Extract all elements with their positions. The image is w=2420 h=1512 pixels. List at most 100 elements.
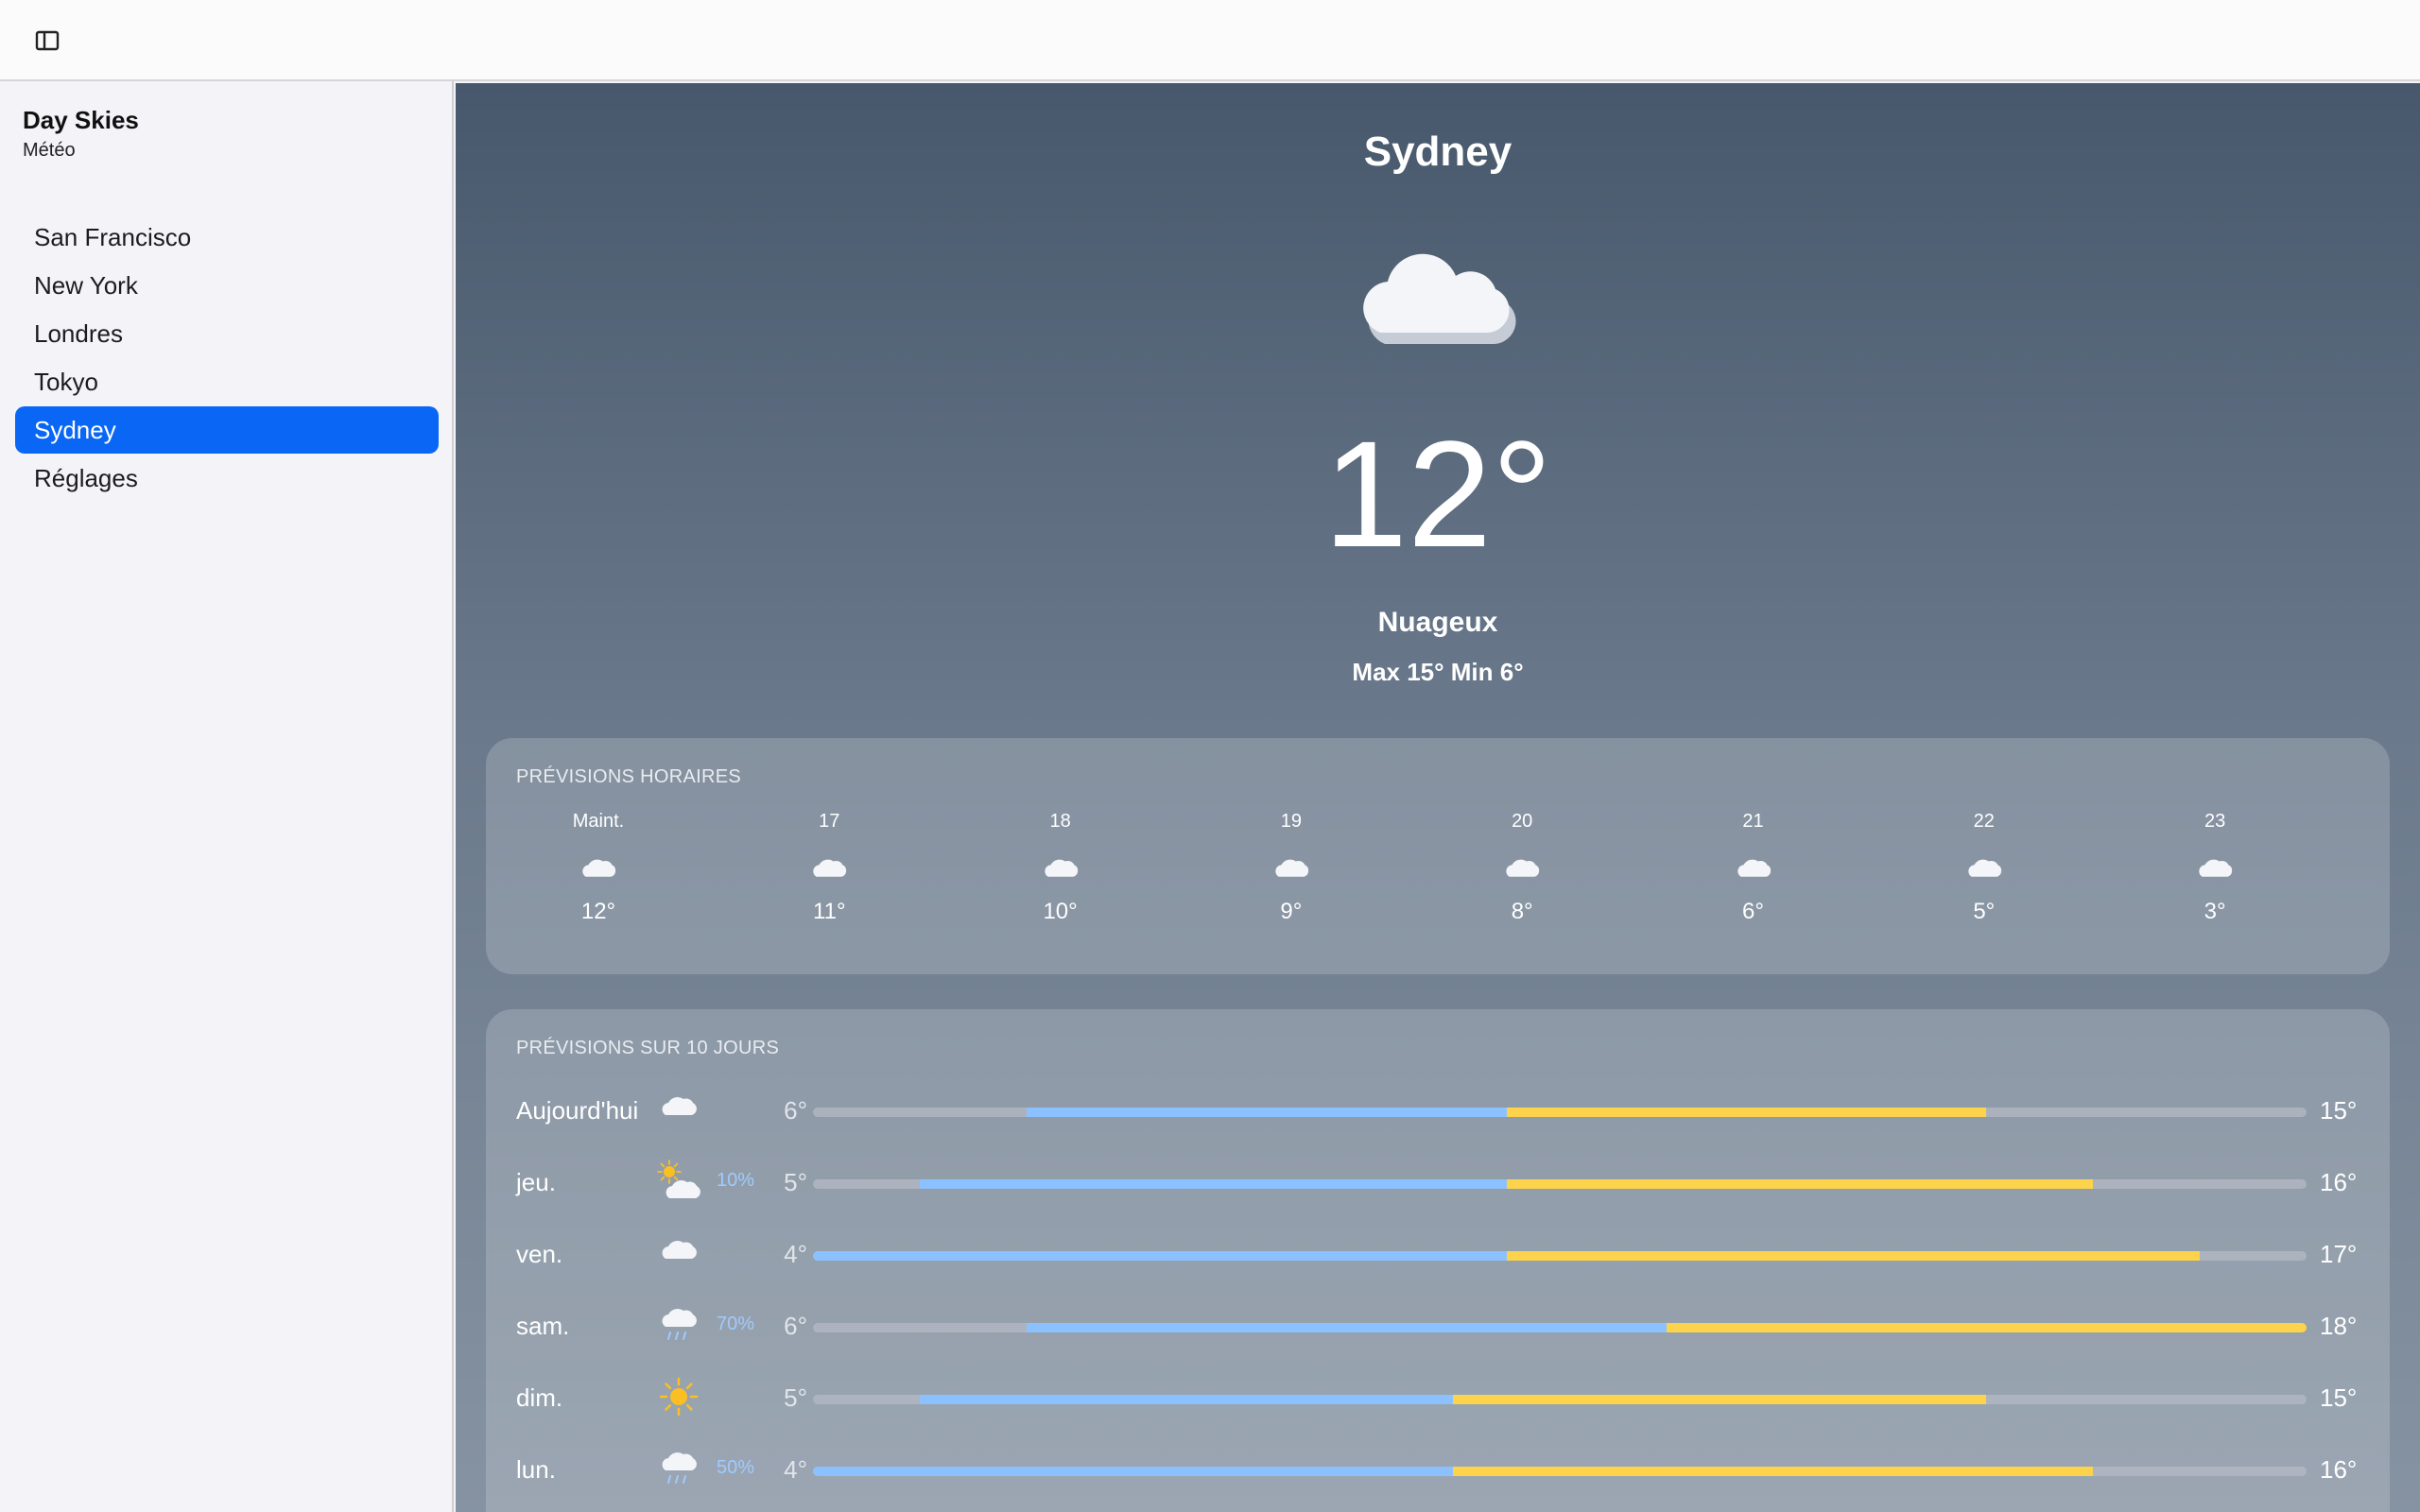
sidebar-icon [35,30,60,51]
hour-label: 20 [1512,811,1533,832]
range-cool-segment [813,1251,1507,1261]
sidebar: Day Skies Météo San Francisco New York L… [0,81,454,1512]
sidebar-toggle-button[interactable] [34,28,60,53]
day-low: 4° [784,1455,807,1484]
partly-cloudy-icon [656,1159,701,1208]
cloud-icon [1235,850,1348,887]
hour-temperature: 6° [1742,899,1764,924]
cloud-icon [772,850,886,887]
range-warm-segment [1453,1467,2094,1476]
daily-row[interactable]: sam. 70% 6° 18° [486,1300,2390,1353]
cloud-icon [1697,850,1810,887]
app-subtitle: Météo [23,140,76,161]
sidebar-item-reglages[interactable]: Réglages [15,455,439,502]
hour-temperature: 10° [1043,899,1078,924]
cloud-icon [1927,850,2041,887]
day-name: sam. [516,1312,570,1340]
day-low: 5° [784,1383,807,1412]
app-title: Day Skies [23,106,139,134]
daily-row[interactable]: Aujourd'hui 6° 15° [486,1085,2390,1138]
hour-temperature: 8° [1511,899,1533,924]
precipitation-chance: 10% [717,1170,755,1191]
day-name: ven. [516,1240,563,1268]
hourly-item: 17 11° [772,808,886,925]
hour-label: 18 [1049,811,1071,832]
temperature-range-bar [813,1179,2307,1189]
cloud-icon [1465,850,1579,887]
daily-forecast-card: PRÉVISIONS SUR 10 JOURS Aujourd'hui 6° 15°… [486,1009,2390,1512]
day-low: 6° [784,1096,807,1125]
hourly-item: 22 5° [1927,808,2041,925]
hour-label: 22 [1973,811,1995,832]
hourly-item: 20 8° [1465,808,1579,925]
hourly-item: 19 9° [1235,808,1348,925]
rain-icon [656,1302,701,1351]
hourly-forecast-title: PRÉVISIONS HORAIRES [516,766,741,787]
day-high: 17° [2320,1240,2358,1268]
range-cool-segment [919,1395,1454,1404]
day-name: jeu. [516,1168,556,1196]
range-cool-segment [1026,1108,1507,1117]
day-high: 16° [2320,1455,2358,1484]
sidebar-item-tokyo[interactable]: Tokyo [15,358,439,405]
cloud-icon [1004,850,1117,887]
day-low: 5° [784,1168,807,1196]
hour-label: 17 [819,811,840,832]
hour-label: 19 [1280,811,1303,832]
day-high: 15° [2320,1383,2358,1412]
range-cool-segment [1026,1323,1667,1332]
hourly-item: Maint. 12° [542,808,655,925]
rain-icon [656,1446,701,1495]
cloud-icon [1356,244,1516,352]
day-high: 16° [2320,1168,2358,1196]
high-low: Max 15° Min 6° [1352,658,1524,686]
current-temperature: 12° [1323,409,1552,578]
daily-row[interactable]: jeu. 10% 5° 16° [486,1157,2390,1210]
sidebar-item-sydney[interactable]: Sydney [15,406,439,454]
range-cool-segment [919,1179,1507,1189]
range-cool-segment [813,1467,1454,1476]
temperature-range-bar [813,1395,2307,1404]
day-low: 4° [784,1240,807,1268]
daily-row[interactable]: lun. 50% 4° 16° [486,1444,2390,1497]
city-title: Sydney [1363,129,1512,175]
hour-temperature: 5° [1973,899,1996,924]
day-name: dim. [516,1383,563,1412]
temperature-range-bar [813,1108,2307,1117]
sidebar-item-san-francisco[interactable]: San Francisco [15,214,439,261]
sidebar-item-londres[interactable]: Londres [15,310,439,357]
range-warm-segment [1666,1323,2307,1332]
hour-temperature: 3° [2204,899,2226,924]
temperature-range-bar [813,1323,2307,1332]
hourly-item: 18 10° [1004,808,1117,925]
hour-label: 23 [2204,811,2226,832]
hour-label: 21 [1742,811,1764,832]
hour-label: Maint. [572,811,625,832]
sidebar-item-new-york[interactable]: New York [15,262,439,309]
precipitation-chance: 70% [717,1314,755,1334]
daily-forecast-title: PRÉVISIONS SUR 10 JOURS [516,1038,780,1058]
range-warm-segment [1453,1395,1987,1404]
temperature-range-bar [813,1467,2307,1476]
range-warm-segment [1506,1108,1987,1117]
hour-temperature: 9° [1280,899,1303,924]
day-name: Aujourd'hui [516,1096,639,1125]
cloud-icon [656,1087,701,1136]
cloud-icon [542,850,655,887]
current-condition: Nuageux [1377,607,1498,638]
hourly-forecast-card: PRÉVISIONS HORAIRES Maint. 12° 17 11° 18 10° 1… [486,738,2390,974]
sidebar-nav: San Francisco New York Londres Tokyo Syd… [15,214,439,503]
cloud-icon [2158,850,2272,887]
daily-row[interactable]: dim. 5° 15° [486,1372,2390,1425]
hourly-item: 23 3° [2158,808,2272,925]
weather-detail: Sydney 12° Nuageux Max 15° Min 6° PRÉVIS… [456,83,2420,1512]
day-high: 15° [2320,1096,2358,1125]
daily-row[interactable]: ven. 4° 17° [486,1228,2390,1281]
precipitation-chance: 50% [717,1457,755,1478]
range-warm-segment [1506,1251,2201,1261]
temperature-range-bar [813,1251,2307,1261]
day-name: lun. [516,1455,556,1484]
day-high: 18° [2320,1312,2358,1340]
sun-icon [656,1374,701,1423]
hour-temperature: 12° [580,899,616,924]
